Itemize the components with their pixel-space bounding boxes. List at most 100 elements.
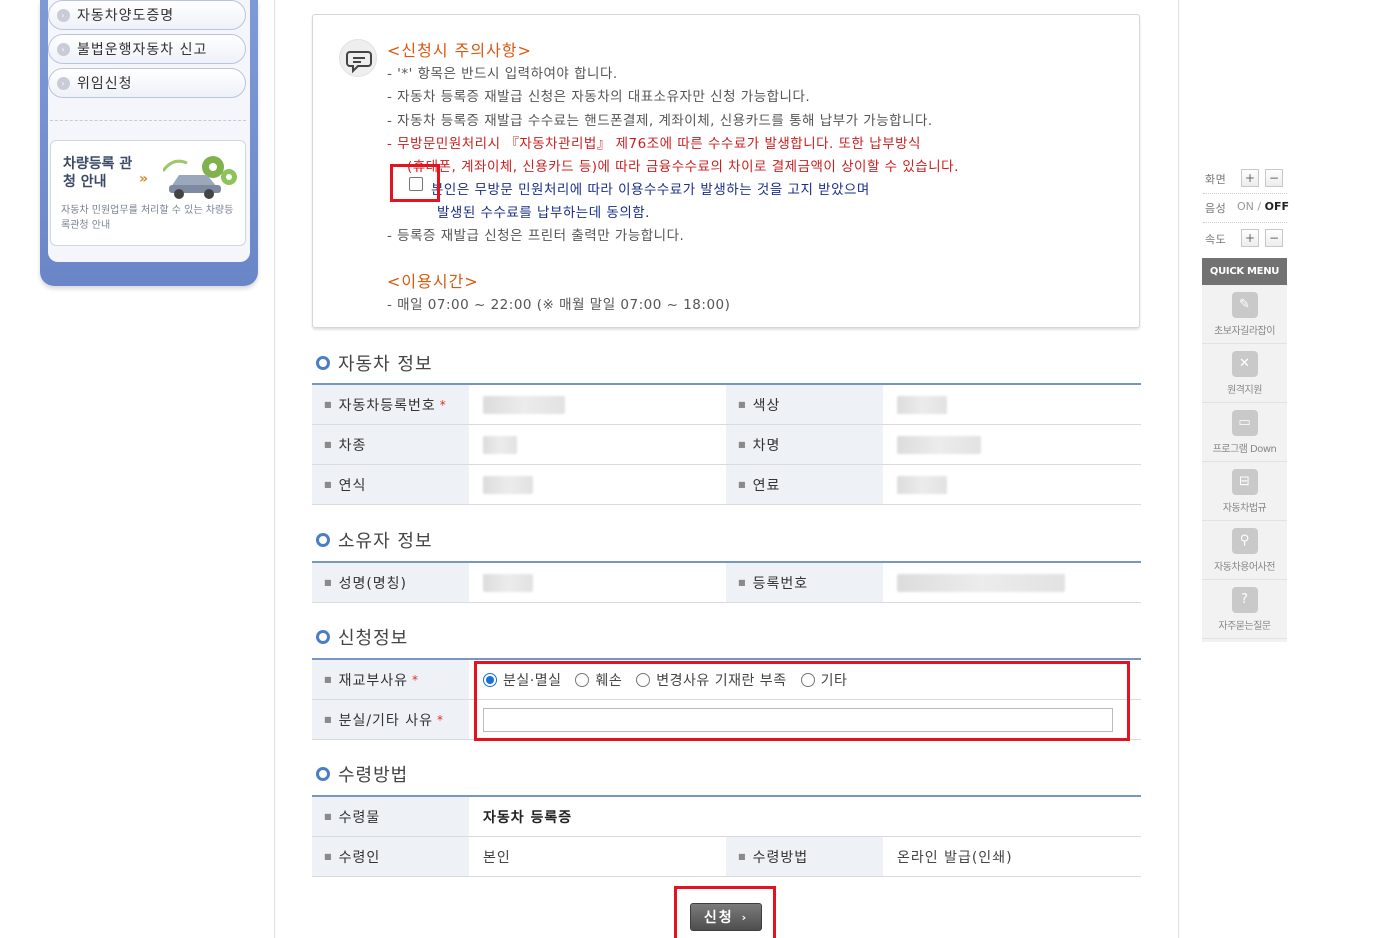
speech-bubble-icon <box>339 39 377 77</box>
label-receiver: 수령인 <box>338 849 381 866</box>
vehicle-info-table: ■ 자동차등록번호 * ■ 색상 ■ 차종 ■ 차명 ■ 연식 ■ 연료 <box>312 383 1141 505</box>
sidebar-divider <box>50 120 246 121</box>
table-header: ■ 수령방법 <box>726 837 883 876</box>
widget-divider <box>1203 193 1287 194</box>
left-sidebar-inner: › 자동차양도증명 › 불법운행자동차 신고 › 위임신청 차량등록 관청 안내… <box>48 0 250 262</box>
table-row: ■ 성명(명칭) ■ 등록번호 <box>312 563 1141 603</box>
redacted-value <box>483 435 517 454</box>
table-cell-year <box>469 465 726 504</box>
receipt-info-table: ■ 수령물 자동차 등록증 ■ 수령인 본인 ■ 수령방법 온라인 발급(인쇄) <box>312 795 1141 877</box>
label-receipt-item: 수령물 <box>338 809 381 826</box>
quick-item-label: 자동차용어사전 <box>1214 561 1275 573</box>
label-reissue-reason: 재교부사유 <box>338 672 408 689</box>
notice-line-owner-only: - 자동차 등록증 재발급 신청은 자동차의 대표소유자만 신청 가능합니다. <box>387 89 811 105</box>
section-bullet-icon <box>316 533 330 547</box>
quick-item-glossary[interactable]: ⚲ 자동차용어사전 <box>1202 521 1287 580</box>
quick-item-label: 프로그램 Down <box>1212 443 1277 455</box>
quick-item-faq[interactable]: ? 자주묻는질문 <box>1202 580 1287 639</box>
sidebar-item-label: 자동차양도증명 <box>77 8 175 24</box>
sidebar-item-label: 불법운행자동차 신고 <box>77 42 208 58</box>
speed-up-button[interactable]: + <box>1241 229 1259 247</box>
registration-office-guide-banner[interactable]: 차량등록 관청 안내 » 자동차 민원업무를 처리할 수 있는 차량등록관청 안… <box>50 140 246 246</box>
notice-heading: <신청시 주의사항> <box>387 41 532 60</box>
label-detail-reason: 분실/기타 사유 <box>338 712 434 729</box>
quick-item-label: 초보자길라잡이 <box>1214 325 1275 337</box>
sidebar-item-transfer-certificate[interactable]: › 자동차양도증명 <box>48 0 246 30</box>
section-title: 신청정보 <box>338 628 409 649</box>
section-heading-receipt: 수령방법 <box>316 761 408 787</box>
redacted-value <box>897 475 947 494</box>
table-cell-type <box>469 425 726 464</box>
quick-item-label: 자동차법규 <box>1222 502 1267 514</box>
sound-toggle[interactable]: ON / OFF <box>1237 200 1289 213</box>
sidebar-item-illegal-vehicle-report[interactable]: › 불법운행자동차 신고 <box>48 34 246 64</box>
hours-line: - 매일 07:00 ~ 22:00 (※ 매월 말일 07:00 ~ 18:0… <box>387 297 731 313</box>
table-row: ■ 수령물 자동차 등록증 <box>312 797 1141 837</box>
section-bullet-icon <box>316 630 330 644</box>
table-cell-reg-no <box>469 385 726 424</box>
receiver-value: 본인 <box>483 849 511 866</box>
redacted-value <box>897 573 1065 592</box>
quick-item-program-download[interactable]: ▭ 프로그램 Down <box>1202 403 1287 462</box>
speed-down-button[interactable]: − <box>1265 229 1283 247</box>
table-cell-name <box>883 425 981 464</box>
notice-line-payment: - 자동차 등록증 재발급 수수료는 핸드폰결제, 계좌이체, 신용카드를 통해… <box>387 113 933 129</box>
sound-on[interactable]: ON <box>1237 200 1254 213</box>
sound-label: 음성 <box>1205 202 1227 215</box>
redacted-value <box>897 395 947 414</box>
required-mark: * <box>439 397 447 412</box>
sidebar-item-delegation[interactable]: › 위임신청 <box>48 68 246 98</box>
zoom-out-button[interactable]: − <box>1265 169 1283 187</box>
label-year: 연식 <box>338 477 367 494</box>
section-title: 자동차 정보 <box>338 354 433 375</box>
table-cell-owner-reg <box>883 563 1065 602</box>
label-fuel: 연료 <box>752 477 781 494</box>
table-header: ■ 등록번호 <box>726 563 883 602</box>
guide-title: 차량등록 관청 안내 <box>63 156 133 190</box>
quick-menu: QUICK MENU ✎ 초보자길라잡이 ✕ 원격지원 ▭ 프로그램 Down … <box>1202 258 1287 642</box>
table-cell-fuel <box>883 465 947 504</box>
table-header: ■ 연료 <box>726 465 883 504</box>
table-header: ■ 수령물 <box>312 797 469 836</box>
notice-line-required: - '*' 항목은 반드시 입력하여야 합니다. <box>387 66 618 82</box>
table-header: ■ 분실/기타 사유 * <box>312 700 469 739</box>
column-divider-left <box>274 0 275 938</box>
section-bullet-icon <box>316 356 330 370</box>
table-header: ■ 자동차등록번호 * <box>312 385 469 424</box>
widget-divider <box>1203 222 1287 223</box>
required-mark: * <box>437 712 445 727</box>
quick-item-vehicle-law[interactable]: ⊟ 자동차법규 <box>1202 462 1287 521</box>
table-row: ■ 자동차등록번호 * ■ 색상 <box>312 385 1141 425</box>
quick-item-beginner-guide[interactable]: ✎ 초보자길라잡이 <box>1202 285 1287 344</box>
redacted-value <box>897 435 981 454</box>
owner-info-table: ■ 성명(명칭) ■ 등록번호 <box>312 561 1141 603</box>
faq-icon: ? <box>1231 586 1258 613</box>
speed-label: 속도 <box>1205 233 1227 246</box>
table-cell-owner-name <box>469 563 726 602</box>
quick-menu-title: QUICK MENU <box>1202 258 1287 285</box>
table-row: ■ 차종 ■ 차명 <box>312 425 1141 465</box>
bullet-icon: › <box>57 9 70 22</box>
label-name: 차명 <box>752 437 781 454</box>
highlight-submit <box>674 886 776 938</box>
notice-line-fee-warning-2: (휴대폰, 계좌이체, 신용카드 등)에 따라 금융수수료의 차이로 결제금액이… <box>407 159 959 175</box>
label-receipt-method: 수령방법 <box>752 849 809 866</box>
table-row: ■ 연식 ■ 연료 <box>312 465 1141 505</box>
redacted-value <box>483 573 533 592</box>
receipt-item-value: 자동차 등록증 <box>483 809 573 826</box>
label-color: 색상 <box>752 397 781 414</box>
agreement-text: 본인은 무방문 민원처리에 따라 이용수수료가 발생하는 것을 고지 받았으며 <box>431 182 870 198</box>
receipt-method-value: 온라인 발급(인쇄) <box>897 849 1013 866</box>
zoom-in-button[interactable]: + <box>1241 169 1259 187</box>
guide-description: 자동차 민원업무를 처리할 수 있는 차량등록관청 안내 <box>61 205 234 231</box>
sound-off[interactable]: OFF <box>1265 200 1289 213</box>
guide-icon: ✎ <box>1231 291 1258 318</box>
table-header: ■ 수령인 <box>312 837 469 876</box>
table-cell-color <box>883 385 947 424</box>
label-owner-name: 성명(명칭) <box>338 575 408 592</box>
label-type: 차종 <box>338 437 367 454</box>
quick-item-remote-support[interactable]: ✕ 원격지원 <box>1202 344 1287 403</box>
screen-zoom-label: 화면 <box>1205 173 1227 186</box>
tools-icon: ✕ <box>1231 350 1258 377</box>
sidebar-item-label: 위임신청 <box>77 76 133 92</box>
